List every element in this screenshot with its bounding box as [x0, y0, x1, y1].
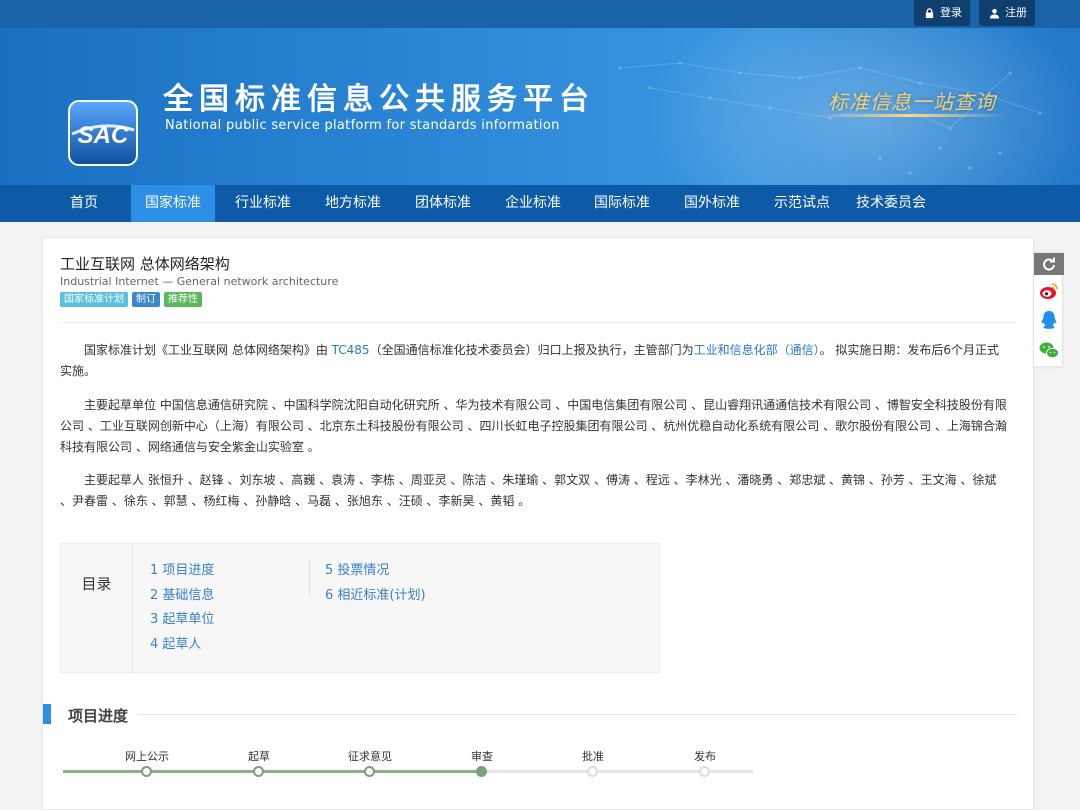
toc-item-related-standards[interactable]: 6 相近标准(计划) [325, 584, 426, 609]
toc-column-1: 1 项目进度 2 基础信息 3 起草单位 4 起草人 [150, 559, 214, 657]
progress-track-completed [63, 770, 483, 773]
step-label-approval: 批准 [582, 750, 604, 763]
weibo-icon[interactable] [1038, 280, 1060, 302]
qq-icon[interactable] [1038, 309, 1060, 331]
step-label-publicity: 网上公示 [125, 750, 169, 763]
page-title: 工业互联网 总体网络架构 [60, 255, 230, 273]
tc485-link[interactable]: TC485 [332, 343, 370, 357]
intro-text-a: 国家标准计划《工业互联网 总体网络架构》由 [84, 343, 332, 357]
step-node-drafting [253, 766, 264, 777]
login-label: 登录 [940, 6, 962, 19]
step-label-consultation: 征求意见 [348, 750, 392, 763]
divider [60, 322, 1017, 323]
nav-group-standards[interactable]: 团体标准 [402, 185, 484, 222]
table-of-contents: 目录 1 项目进度 2 基础信息 3 起草单位 4 起草人 5 投票情况 6 相… [60, 543, 660, 674]
site-slogan: 标准信息一站查询 [828, 90, 996, 114]
register-label: 注册 [1005, 6, 1027, 19]
logo-text: SAC [78, 122, 129, 149]
site-banner: SAC 全国标准信息公共服务平台 National public service… [0, 28, 1080, 185]
tag-formulate: 制订 [132, 292, 160, 307]
tag-recommended: 推荐性 [164, 292, 202, 307]
slogan-underline [815, 114, 1005, 117]
lock-icon [925, 7, 934, 18]
login-button[interactable]: 登录 [914, 0, 970, 26]
plan-detail-card: 工业互联网 总体网络架构 Industrial Internet — Gener… [42, 237, 1034, 810]
nav-international-standards[interactable]: 国际标准 [581, 185, 663, 222]
intro-paragraph: 国家标准计划《工业互联网 总体网络架构》由 TC485（全国通信标准化技术委员会… [60, 340, 1010, 382]
nav-local-standards[interactable]: 地方标准 [312, 185, 394, 222]
step-label-review: 审查 [471, 750, 493, 763]
nav-technical-committees[interactable]: 技术委员会 [848, 185, 934, 222]
share-sidebar [1033, 252, 1064, 367]
toc-item-progress[interactable]: 1 项目进度 [150, 559, 214, 584]
toc-item-basic-info[interactable]: 2 基础信息 [150, 584, 214, 609]
nav-home[interactable]: 首页 [56, 185, 112, 222]
site-subtitle: National public service platform for sta… [165, 118, 560, 133]
site-title: 全国标准信息公共服务平台 [163, 82, 595, 117]
share-toggle-button[interactable] [1034, 253, 1064, 275]
step-node-release [699, 766, 710, 777]
toc-label: 目录 [61, 544, 133, 674]
section-divider [138, 714, 1018, 715]
sac-logo: SAC [68, 100, 138, 166]
step-node-approval [587, 766, 598, 777]
step-label-drafting: 起草 [248, 750, 270, 763]
section-marker [43, 704, 51, 724]
nav-enterprise-standards[interactable]: 企业标准 [492, 185, 574, 222]
nav-national-standards[interactable]: 国家标准 [131, 185, 215, 222]
share-icon [1043, 257, 1055, 271]
user-icon [989, 8, 1000, 19]
toc-item-voting[interactable]: 5 投票情况 [325, 559, 426, 584]
wechat-icon[interactable] [1038, 339, 1060, 361]
drafting-units-paragraph: 主要起草单位 中国信息通信研究院 、中国科学院沈阳自动化研究所 、华为技术有限公… [60, 398, 1007, 454]
top-bar: 登录 注册 [0, 0, 1080, 28]
step-node-publicity [141, 766, 152, 777]
department-link[interactable]: 工业和信息化部（通信） [694, 343, 820, 357]
register-button[interactable]: 注册 [979, 0, 1035, 26]
nav-industry-standards[interactable]: 行业标准 [222, 185, 304, 222]
toc-item-drafting-units[interactable]: 3 起草单位 [150, 608, 214, 633]
toc-item-drafters[interactable]: 4 起草人 [150, 633, 214, 658]
nav-demonstration-pilots[interactable]: 示范试点 [761, 185, 843, 222]
section-title-progress: 项目进度 [68, 707, 129, 725]
main-nav: 首页 国家标准 行业标准 地方标准 团体标准 企业标准 国际标准 国外标准 示范… [0, 185, 1080, 222]
drafters-paragraph: 主要起草人 张恒升 、赵锋 、刘东坡 、高巍 、袁涛 、李栋 、周亚灵 、陈洁 … [60, 473, 997, 508]
step-node-review-current [476, 766, 487, 777]
tag-list: 国家标准计划 制订 推荐性 [60, 292, 202, 307]
step-node-consultation [364, 766, 375, 777]
page-subtitle: Industrial Internet — General network ar… [60, 275, 339, 288]
nav-foreign-standards[interactable]: 国外标准 [671, 185, 753, 222]
tag-national-plan: 国家标准计划 [60, 292, 128, 307]
step-label-release: 发布 [694, 750, 716, 763]
intro-text-b: （全国通信标准化技术委员会）归口上报及执行，主管部门为 [369, 343, 694, 357]
toc-separator [309, 559, 310, 595]
toc-column-2: 5 投票情况 6 相近标准(计划) [325, 559, 426, 608]
